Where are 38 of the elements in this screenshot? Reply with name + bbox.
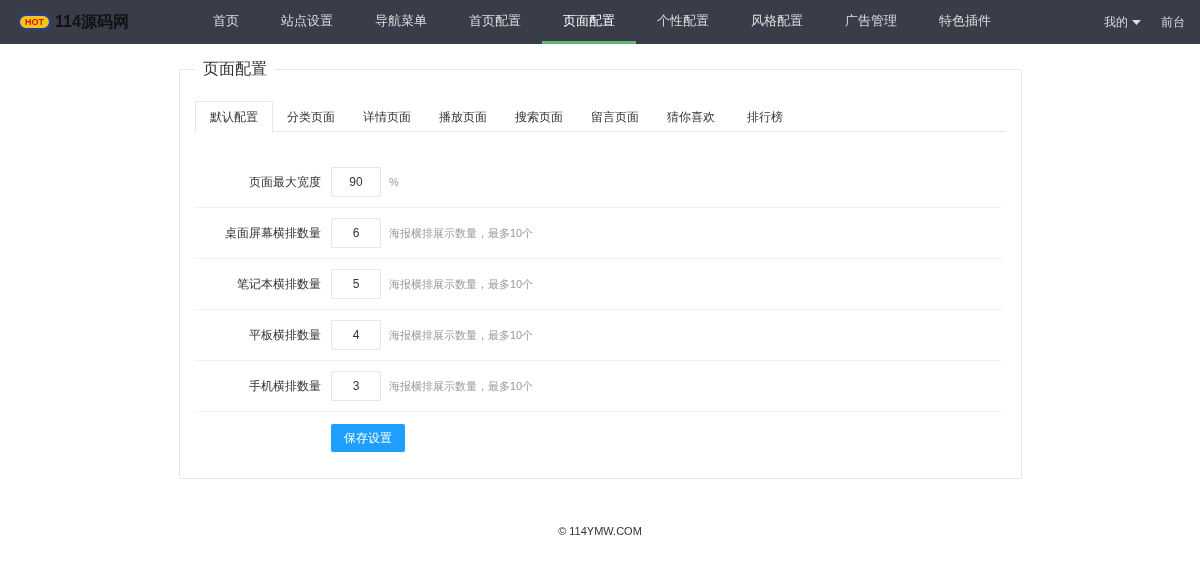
number-input-field[interactable]: 4 (331, 320, 381, 350)
user-menu[interactable]: 我的 (1104, 13, 1141, 31)
field-hint: 海报横排展示数量，最多10个 (389, 378, 534, 394)
panel-title: 页面配置 (195, 59, 275, 79)
number-input-field[interactable]: 90 (331, 167, 381, 197)
page-tab[interactable]: 默认配置 (195, 101, 273, 133)
number-input-field[interactable]: 6 (331, 218, 381, 248)
number-input-field[interactable]: 5 (331, 269, 381, 299)
page-tab[interactable]: 排行榜 (729, 101, 800, 132)
nav-tab[interactable]: 广告管理 (824, 0, 918, 44)
hot-badge: HOT (18, 14, 51, 30)
number-input-field[interactable]: 3 (331, 371, 381, 401)
field-hint: 海报横排展示数量，最多10个 (389, 225, 534, 241)
nav-tab[interactable]: 站点设置 (260, 0, 354, 44)
field-hint: 海报横排展示数量，最多10个 (389, 276, 534, 292)
nav-tab[interactable]: 特色插件 (918, 0, 1012, 44)
nav-tab[interactable]: 个性配置 (636, 0, 730, 44)
nav-tab[interactable]: 页面配置 (542, 0, 636, 44)
nav-tab[interactable]: 首页 (192, 0, 260, 44)
field-label: 笔记本横排数量 (236, 276, 321, 293)
page-tab[interactable]: 猜你喜欢 (653, 101, 729, 132)
copyright-footer: © 114YMW.COM (558, 523, 642, 540)
page-tab[interactable]: 留言页面 (577, 101, 653, 132)
field-label: 平板横排数量 (248, 327, 321, 344)
nav-tab[interactable]: 导航菜单 (354, 0, 448, 44)
field-hint: 海报横排展示数量，最多10个 (389, 327, 534, 343)
field-label: 桌面屏幕横排数量 (224, 225, 321, 242)
page-tab[interactable]: 分类页面 (273, 101, 349, 132)
page-tab[interactable]: 详情页面 (349, 101, 425, 132)
field-hint: % (389, 174, 399, 190)
nav-tab[interactable]: 风格配置 (730, 0, 824, 44)
field-label: 手机横排数量 (248, 378, 321, 395)
frontend-link[interactable]: 前台 (1161, 13, 1185, 31)
caret-icon (1132, 19, 1141, 25)
nav-tab[interactable]: 首页配置 (448, 0, 542, 44)
page-tab[interactable]: 搜索页面 (501, 101, 577, 132)
page-tab[interactable]: 播放页面 (425, 101, 501, 132)
field-label: 页面最大宽度 (248, 174, 321, 191)
